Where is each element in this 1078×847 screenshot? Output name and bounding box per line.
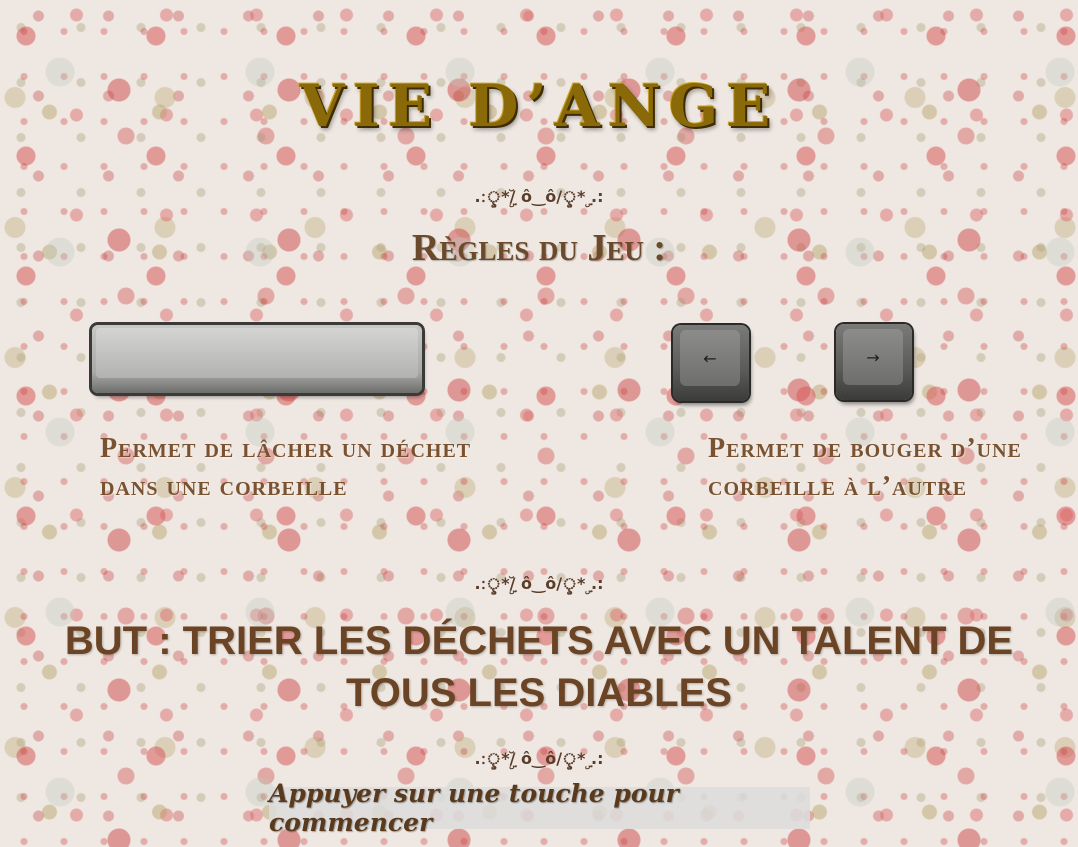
- rules-heading: Règles du Jeu :: [411, 227, 667, 269]
- drop-description: Permet de lâcher un déchet dans une corb…: [100, 433, 472, 502]
- move-description: Permet de bouger d’une corbeille à l’aut…: [708, 433, 1022, 502]
- left-arrow-key-icon: ←: [673, 325, 749, 401]
- right-arrow-key-icon: →: [836, 324, 912, 400]
- spacebar-key-icon: [92, 325, 422, 393]
- right-arrow-icon: →: [843, 329, 903, 385]
- decorative-separator: .:ৢ*ۣ/ ̆ô‿ô/ৢ*ۣ .:: [474, 749, 604, 768]
- game-title: VIE D’ANGE: [299, 72, 779, 140]
- decorative-separator: .:ৢ*ۣ/ ̆ô‿ô/ৢ*ۣ .:: [474, 187, 604, 206]
- start-prompt[interactable]: Appuyer sur une touche pour commencer: [269, 779, 810, 837]
- left-arrow-icon: ←: [680, 330, 740, 386]
- rules-screen: VIE D’ANGE .:ৢ*ۣ/ ̆ô‿ô/ৢ*ۣ .: Règles du …: [0, 0, 1078, 847]
- decorative-separator: .:ৢ*ۣ/ ̆ô‿ô/ৢ*ۣ .:: [474, 574, 604, 593]
- goal-text: BUT : TRIER LES DÉCHETS AVEC UN TALENT D…: [64, 619, 1014, 715]
